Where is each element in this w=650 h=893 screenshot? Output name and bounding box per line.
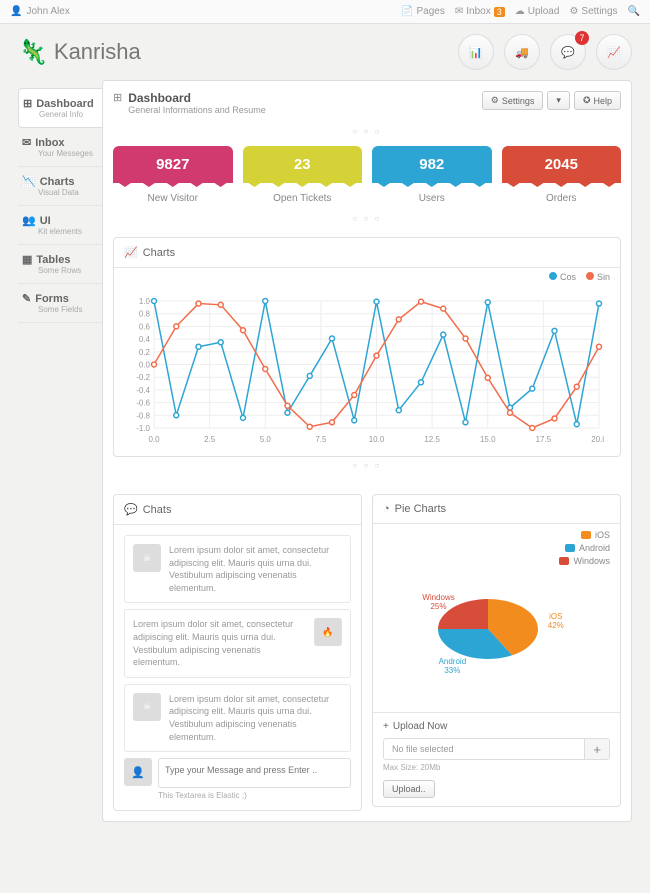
svg-text:25%: 25% (430, 602, 446, 611)
svg-text:-0.4: -0.4 (136, 386, 150, 395)
divider-dots: ○ ○ ○ (113, 457, 621, 474)
legend-cos: Cos (549, 272, 576, 282)
legend-sin: Sin (586, 272, 610, 282)
header-chat-icon[interactable]: 💬7 (550, 34, 586, 70)
chats-panel: 💬 Chats ☠Lorem ipsum dolor sit amet, cons… (113, 494, 362, 811)
topnav-pages[interactable]: 📄 Pages (401, 6, 445, 17)
inbox-badge: 3 (494, 7, 505, 17)
forms-icon: ✎ (22, 292, 31, 305)
page-title: Dashboard (128, 91, 266, 105)
svg-text:-0.6: -0.6 (136, 399, 150, 408)
header-stats-icon[interactable]: 📊 (458, 34, 494, 70)
chat-input[interactable] (158, 758, 351, 788)
charts-panel-title: Charts (143, 247, 175, 259)
svg-text:Windows: Windows (422, 593, 454, 602)
file-text: No file selected (384, 739, 584, 759)
svg-text:2.5: 2.5 (204, 435, 216, 444)
avatar: ☠ (133, 693, 161, 721)
user-name: John Alex (26, 6, 69, 17)
sidebar-item-ui[interactable]: 👥UI Kit elements (18, 206, 102, 245)
charts-icon: 📉 (22, 175, 36, 188)
svg-text:17.5: 17.5 (536, 435, 552, 444)
sidebar-item-dashboard[interactable]: ⊞Dashboard General Info (18, 88, 102, 128)
dashboard-icon: ⊞ (23, 97, 32, 110)
stat-visitors[interactable]: 9827 (113, 146, 233, 183)
header-truck-icon[interactable]: 🚚 (504, 34, 540, 70)
stat-orders[interactable]: 2045 (502, 146, 622, 183)
pie-legend-ios: iOS (581, 530, 610, 540)
topnav-inbox[interactable]: ✉ Inbox 3 (455, 6, 505, 17)
svg-text:12.5: 12.5 (424, 435, 440, 444)
svg-text:10.0: 10.0 (369, 435, 385, 444)
page-title-icon: ⊞ (113, 91, 122, 115)
avatar: 🔥 (314, 618, 342, 646)
sidebar-item-inbox[interactable]: ✉Inbox Your Messeges (18, 128, 102, 167)
line-chart: -1.0 -0.8 -0.6 -0.4 -0.2 0.0 0.2 0.4 0.6 0.8 1.0 0.… (124, 296, 604, 446)
stat-tickets[interactable]: 23 (243, 146, 363, 183)
divider-dots: ○ ○ ○ (113, 210, 621, 227)
chat-message: ☠Lorem ipsum dolor sit amet, consectetur… (124, 684, 351, 752)
svg-text:-1.0: -1.0 (136, 424, 150, 433)
svg-text:0.4: 0.4 (139, 335, 151, 344)
svg-text:33%: 33% (444, 666, 460, 675)
pie-legend-windows: Windows (559, 556, 610, 566)
chat-message: 🔥Lorem ipsum dolor sit amet, consectetur… (124, 609, 351, 677)
avatar: ☠ (133, 544, 161, 572)
avatar-self: 👤 (124, 758, 152, 786)
svg-text:42%: 42% (548, 621, 564, 630)
sidebar-item-charts[interactable]: 📉Charts Visual Data (18, 167, 102, 206)
svg-text:0.6: 0.6 (139, 322, 151, 331)
logo-text: Kanrisha (54, 39, 141, 65)
settings-button[interactable]: ⚙ Settings (482, 91, 544, 110)
file-note: Max Size: 20Mb (383, 763, 610, 772)
pie-legend-android: Android (565, 543, 610, 553)
ui-icon: 👥 (22, 214, 36, 227)
svg-text:iOS: iOS (549, 612, 562, 621)
chats-title: Chats (143, 504, 172, 516)
header-chart-icon[interactable]: 📈 (596, 34, 632, 70)
svg-text:15.0: 15.0 (480, 435, 496, 444)
sidebar-item-tables[interactable]: ▦Tables Some Rows (18, 245, 102, 284)
stat-users[interactable]: 982 (372, 146, 492, 183)
file-input[interactable]: No file selected + (383, 738, 610, 760)
file-browse-button[interactable]: + (584, 739, 609, 759)
logo[interactable]: 🦎 Kanrisha (18, 38, 141, 67)
sidebar-item-forms[interactable]: ✎Forms Some Fields (18, 284, 102, 323)
tables-icon: ▦ (22, 253, 32, 266)
svg-text:5.0: 5.0 (260, 435, 272, 444)
search-icon[interactable]: 🔍 (628, 6, 640, 17)
svg-text:-0.2: -0.2 (136, 373, 150, 382)
charts-panel: 📈 Charts Cos Sin -1.0 -0.8 -0.6 -0.4 -0.2 0.0 0… (113, 237, 621, 457)
pie-panel: ◔Pie Charts iOS Android Windows iOS42%An… (372, 494, 621, 807)
svg-text:-0.8: -0.8 (136, 411, 150, 420)
svg-text:20.0: 20.0 (591, 435, 604, 444)
page-subtitle: General Informations and Resume (128, 105, 266, 115)
chat-message: ☠Lorem ipsum dolor sit amet, consectetur… (124, 535, 351, 603)
svg-text:7.5: 7.5 (315, 435, 327, 444)
chart-icon: 📈 (124, 246, 138, 259)
chat-icon: 💬 (124, 503, 138, 516)
settings-dropdown[interactable]: ▾ (547, 91, 570, 110)
inbox-icon: ✉ (22, 136, 31, 149)
pie-title: Pie Charts (395, 503, 446, 515)
chat-note: This Textarea is Elastic ;) (158, 791, 351, 800)
help-button[interactable]: ✪ Help (574, 91, 621, 110)
pie-icon: ◔ (383, 503, 390, 515)
logo-icon: 🦎 (18, 38, 48, 67)
notif-badge: 7 (575, 31, 589, 45)
svg-text:0.0: 0.0 (148, 435, 160, 444)
upload-title: + Upload Now (383, 721, 610, 738)
user-menu[interactable]: 👤 John Alex (10, 6, 70, 17)
topnav-upload[interactable]: ☁ Upload (515, 6, 560, 17)
topnav-settings[interactable]: ⚙ Settings (569, 6, 617, 17)
divider-dots: ○ ○ ○ (113, 123, 621, 140)
svg-text:1.0: 1.0 (139, 297, 151, 306)
svg-text:Android: Android (439, 657, 467, 666)
user-icon: 👤 (10, 6, 22, 17)
upload-button[interactable]: Upload.. (383, 780, 435, 798)
svg-text:0.8: 0.8 (139, 310, 151, 319)
svg-text:0.0: 0.0 (139, 361, 151, 370)
svg-text:0.2: 0.2 (139, 348, 151, 357)
